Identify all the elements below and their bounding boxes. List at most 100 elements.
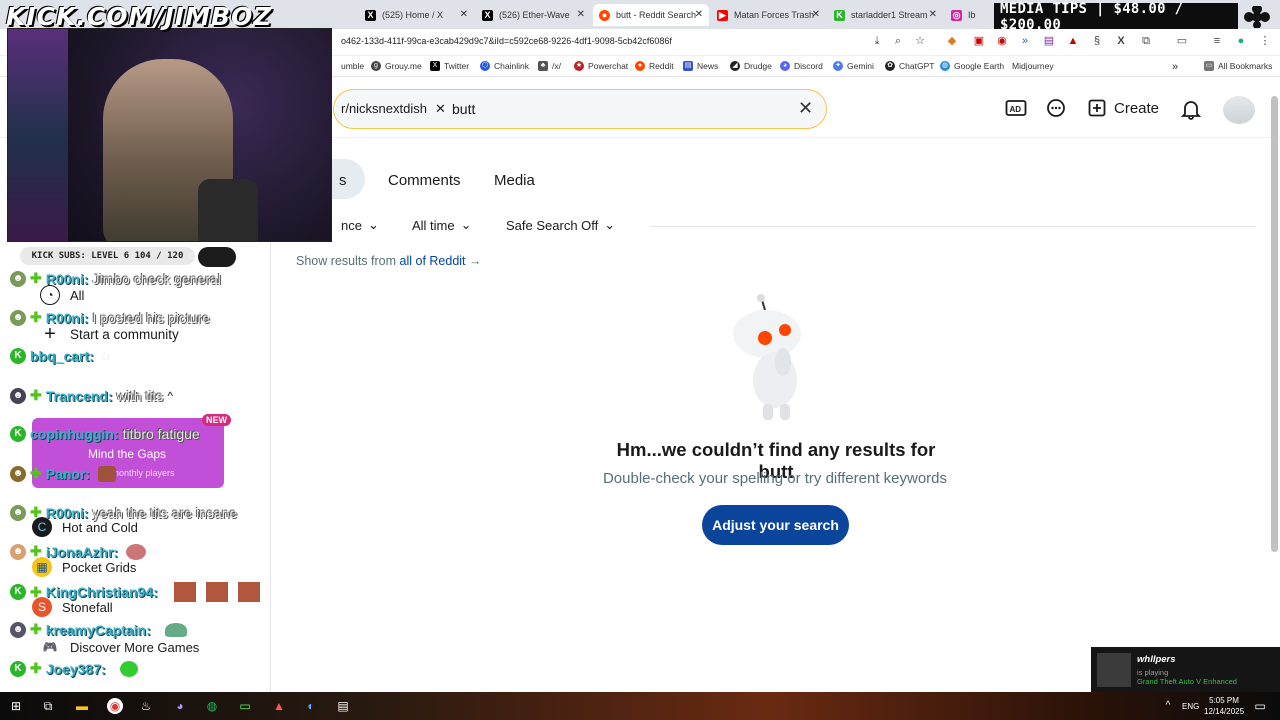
- bookmark-item[interactable]: ✦ Gemini: [833, 61, 874, 71]
- x-logo-icon: X: [482, 9, 493, 21]
- task-view-icon[interactable]: ⧉: [40, 698, 56, 714]
- sidepanel-icon[interactable]: ▭: [1175, 34, 1189, 48]
- sort-dropdown[interactable]: nce ⌄: [341, 217, 379, 233]
- steam-icon[interactable]: ♨: [138, 698, 154, 714]
- sidebar-item-pocket-grids[interactable]: ▦ Pocket Grids: [32, 557, 136, 577]
- bookmark-item[interactable]: X Twitter: [430, 61, 469, 71]
- windows-start-icon[interactable]: ⊞: [8, 698, 24, 714]
- close-icon[interactable]: ✕: [577, 9, 585, 20]
- menu-lines-icon[interactable]: ≡: [1210, 34, 1224, 48]
- search-query[interactable]: butt: [452, 101, 475, 117]
- app-icon[interactable]: ◐: [303, 698, 319, 714]
- bookmark-item[interactable]: g Grouy.me: [371, 61, 422, 71]
- puzzle-icon[interactable]: ⧉: [1139, 34, 1153, 48]
- spotify-icon[interactable]: ◍: [204, 698, 220, 714]
- bookmark-item[interactable]: ★ Powerchat: [574, 61, 628, 71]
- extension-icon[interactable]: ◉: [995, 34, 1009, 48]
- chrome-icon[interactable]: ◉: [107, 698, 123, 714]
- safe-search-dropdown[interactable]: Safe Search Off ⌄: [506, 217, 615, 233]
- bookmark-item[interactable]: ◍ Google Earth: [940, 61, 1004, 71]
- bookmark-item[interactable]: Midjourney: [1012, 61, 1054, 71]
- metamask-icon[interactable]: ◆: [945, 34, 959, 48]
- avatar[interactable]: [1223, 96, 1255, 124]
- emote-icon: [119, 660, 138, 677]
- emote-icon: ◌: [101, 348, 111, 364]
- emote-icon: [237, 582, 260, 602]
- close-icon[interactable]: ✕: [929, 9, 937, 20]
- system-clock[interactable]: 5:05 PM 12/14/2025: [1204, 695, 1244, 717]
- adjust-search-button[interactable]: Adjust your search: [702, 505, 849, 545]
- tab-instagram[interactable]: ◎ Ib: [945, 4, 985, 26]
- bookmark-item[interactable]: ⬡ Chainlink: [480, 61, 529, 71]
- x-extension-icon[interactable]: X: [1114, 34, 1128, 48]
- all-of-reddit-link[interactable]: all of Reddit: [400, 254, 466, 268]
- chevron-down-icon: ⌄: [604, 217, 616, 232]
- tab-kick[interactable]: Kstarladder1 Stream ✕: [828, 4, 943, 26]
- kick-badge-icon: K: [10, 348, 26, 364]
- language-indicator[interactable]: ENG: [1182, 702, 1199, 711]
- address-bar-url[interactable]: o462-133d-411f-99ca-e3cab429d9c7&iId=c59…: [341, 36, 672, 46]
- scrollbar[interactable]: [1271, 96, 1278, 552]
- profile-icon[interactable]: ●: [1234, 34, 1248, 48]
- sub-badge-icon: ✚: [30, 543, 42, 559]
- sub-badge-icon: ✚: [30, 387, 42, 403]
- chat-icon[interactable]: [1045, 98, 1067, 124]
- tray-chevron-icon[interactable]: ^: [1160, 698, 1176, 714]
- tab-reddit-search[interactable]: ● butt - Reddit Search ✕: [593, 4, 709, 26]
- sub-badge-icon: ✚: [30, 660, 42, 676]
- bookmark-item[interactable]: ◕ Discord: [780, 61, 823, 71]
- file-explorer-icon[interactable]: ▬: [74, 698, 90, 714]
- close-icon[interactable]: ✕: [460, 9, 468, 20]
- bookmark-item[interactable]: ✿ ChatGPT: [885, 61, 934, 71]
- community-chip[interactable]: r/nicksnextdish ✕: [341, 101, 446, 117]
- tab-media[interactable]: Media: [494, 172, 535, 189]
- notification-center-icon[interactable]: ▭: [1252, 698, 1268, 714]
- user-avatar-icon: ☻: [10, 387, 26, 404]
- chat-message: ☻ ✚ kreamyCaptain:: [10, 621, 187, 638]
- create-button[interactable]: Create: [1088, 99, 1159, 117]
- advertise-icon[interactable]: AD: [1005, 98, 1027, 124]
- sidebar-item-all[interactable]: ◔ All: [40, 285, 84, 305]
- close-icon[interactable]: ✕: [812, 9, 820, 20]
- extension-icon[interactable]: §: [1090, 34, 1104, 48]
- extension-icon[interactable]: ▣: [972, 34, 986, 48]
- game-notification[interactable]: whllpers is playing Grand Theft Auto V E…: [1091, 647, 1280, 692]
- close-icon[interactable]: ✕: [695, 9, 703, 20]
- chip-close-icon[interactable]: ✕: [435, 101, 446, 117]
- bookmark-item[interactable]: ♣/x/: [538, 61, 561, 71]
- snoo-thinking-illustration: [725, 292, 815, 422]
- bookmark-star-icon[interactable]: ☆: [913, 34, 927, 48]
- extension-icon[interactable]: »: [1018, 34, 1032, 48]
- bookmark-item[interactable]: ◢ Drudge: [730, 61, 772, 71]
- sidebar-item-discover-games[interactable]: 🎮 Discover More Games: [40, 637, 200, 657]
- bookmark-item[interactable]: ▤ News: [683, 61, 718, 71]
- zoom-icon[interactable]: ⌕: [891, 34, 905, 48]
- tab-comments[interactable]: Comments: [388, 172, 461, 189]
- clear-search-icon[interactable]: ✕: [798, 98, 813, 119]
- install-icon[interactable]: ⤓: [870, 34, 884, 48]
- extension-icon[interactable]: ▤: [1042, 34, 1056, 48]
- bell-icon[interactable]: [1180, 98, 1202, 126]
- tab-posts-label[interactable]: s: [339, 172, 347, 189]
- stream-watermark: KICK.COM/JIMBOZ: [6, 2, 273, 31]
- extension-icon[interactable]: ▲: [1066, 34, 1080, 48]
- bookmark-item[interactable]: ● Reddit: [635, 61, 674, 71]
- tab-youtube[interactable]: ▶ Matan Forces Trash ✕: [711, 4, 826, 26]
- bookmarks-overflow-icon[interactable]: »: [1172, 61, 1178, 73]
- app-icon[interactable]: ▤: [335, 698, 351, 714]
- chat-message: ☻ ✚ R00ni: Jimbo check general: [10, 270, 221, 287]
- kick-badge-icon: K: [10, 584, 26, 600]
- tab-x-home[interactable]: X (525) Home / X ✕: [359, 4, 474, 26]
- bookmark-item[interactable]: umble: [341, 61, 364, 71]
- terminal-icon[interactable]: ▭: [237, 698, 253, 714]
- emote-icon: [98, 465, 117, 482]
- discord-taskbar-icon[interactable]: ◕: [172, 698, 188, 714]
- webcam-feed: [7, 28, 332, 242]
- windows-taskbar: [0, 692, 1280, 720]
- tab-x-ether[interactable]: X (526) Ether-Wave ✕: [476, 4, 591, 26]
- kebab-menu-icon[interactable]: ⋮: [1258, 34, 1272, 48]
- all-bookmarks[interactable]: ▭ All Bookmarks: [1204, 61, 1272, 71]
- sidebar-item-start-community[interactable]: + Start a community: [40, 323, 179, 345]
- time-dropdown[interactable]: All time ⌄: [412, 217, 472, 233]
- app-icon[interactable]: ▲: [271, 698, 287, 714]
